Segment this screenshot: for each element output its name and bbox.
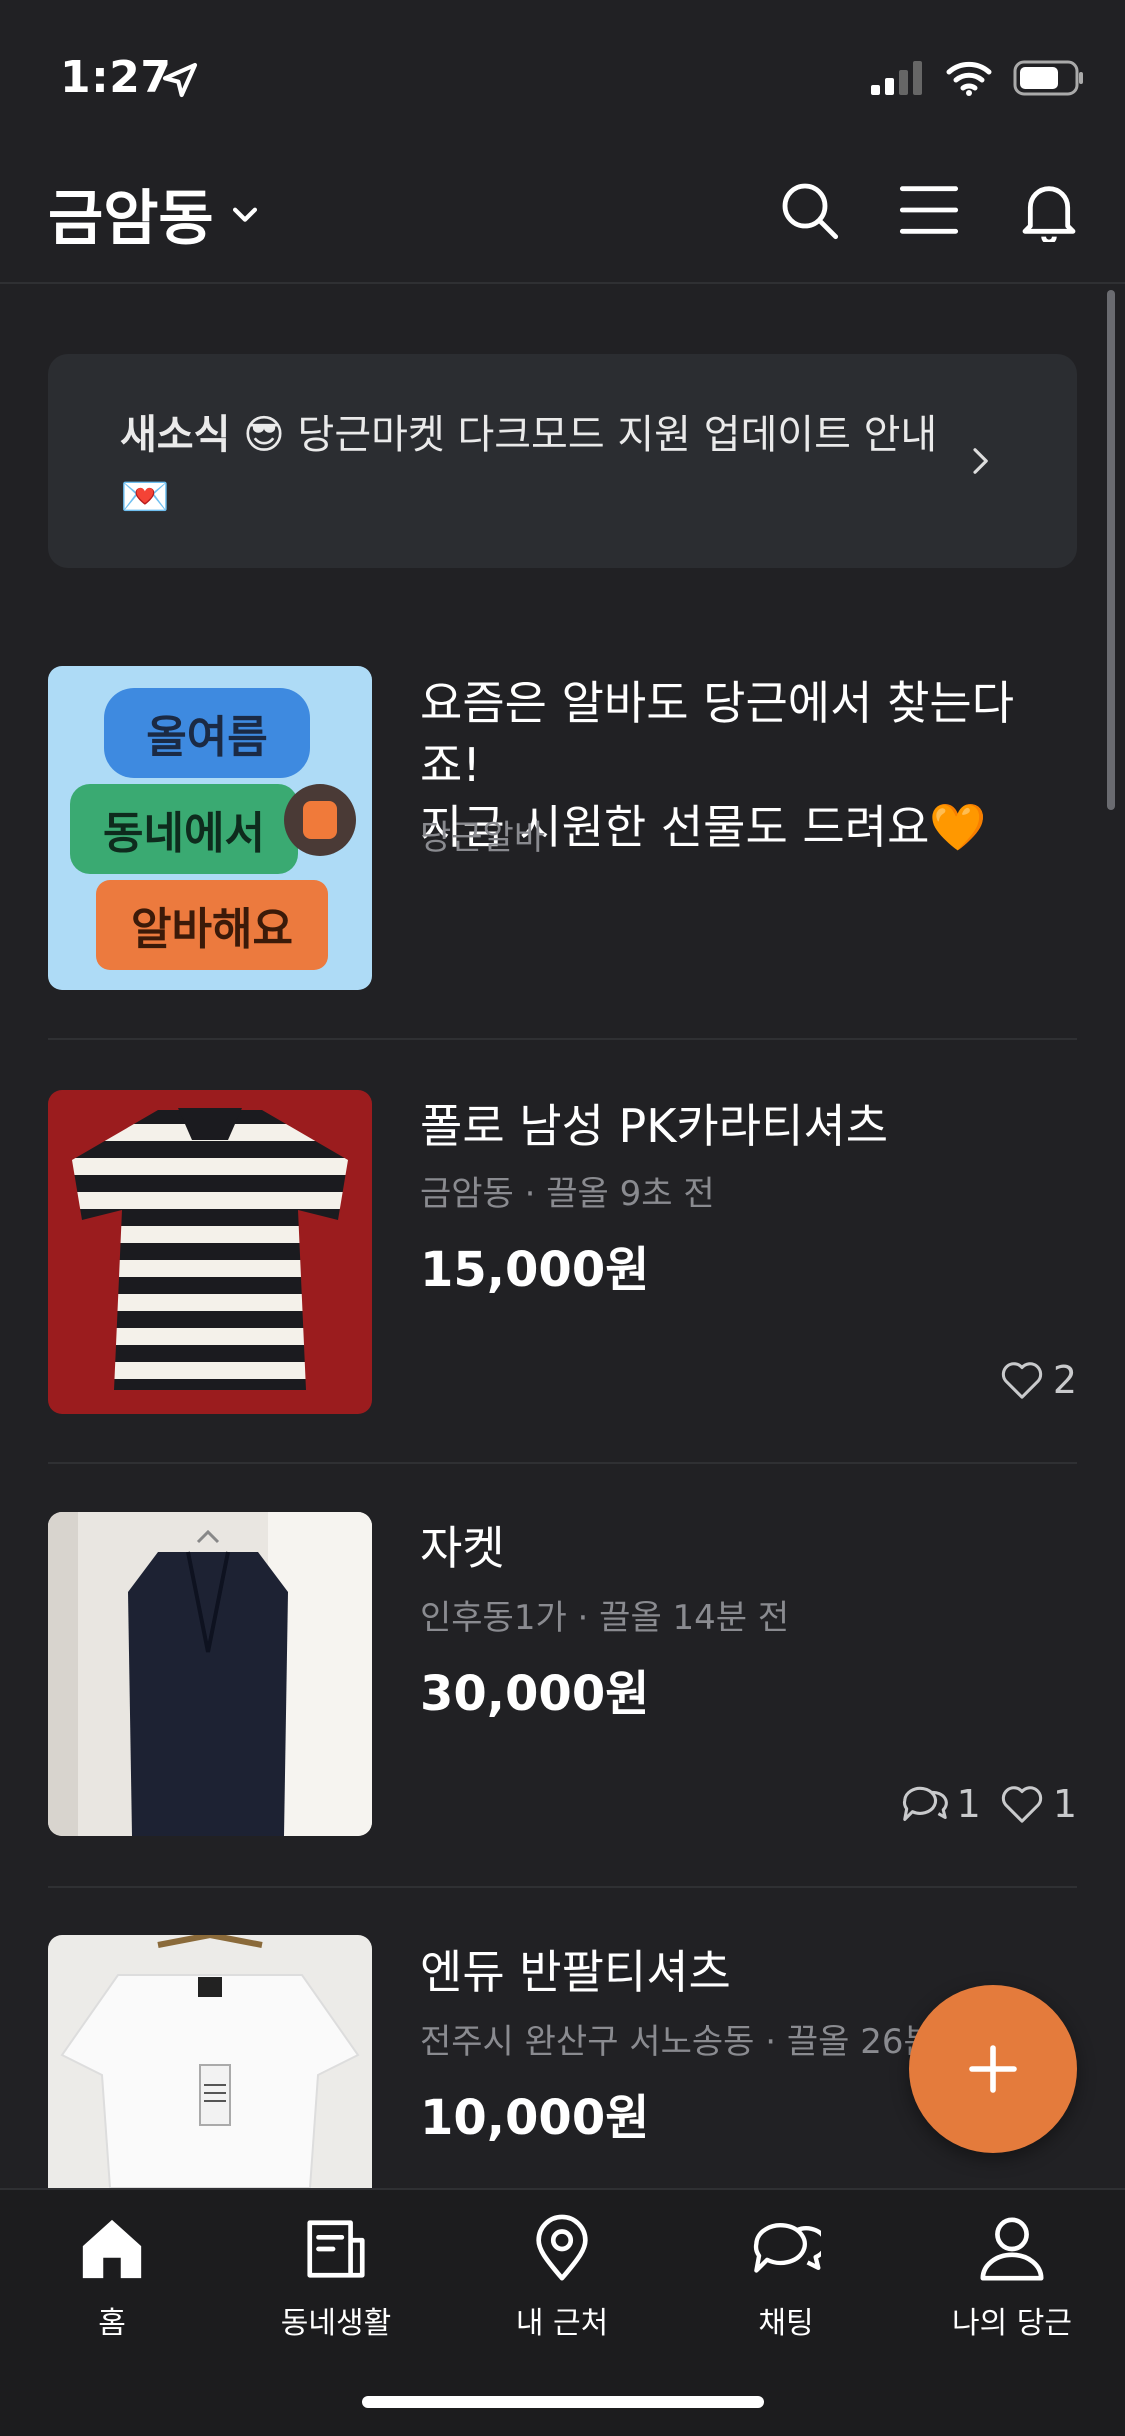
listing-stats: 2	[999, 1358, 1077, 1402]
ad-pill-3: 알바해요	[96, 880, 328, 970]
heart-icon	[1001, 1786, 1042, 1823]
notice-message: 당근마켓 다크모드 지원 업데이트 안내	[297, 412, 938, 458]
location-arrow-icon	[162, 62, 198, 98]
write-post-button[interactable]	[909, 1985, 1077, 2153]
tab-label: 내 근처	[515, 2306, 609, 2341]
search-icon[interactable]	[777, 178, 841, 242]
listing-stats: 1 1	[899, 1782, 1077, 1826]
notice-tag: 새소식	[120, 412, 231, 458]
likes-value: 2	[1052, 1358, 1077, 1402]
listing-title[interactable]: 폴로 남성 PK카라티셔츠	[420, 1090, 888, 1156]
sunglasses-emoji: 😎	[243, 412, 285, 458]
location-selector[interactable]: 금암동	[48, 170, 262, 257]
heart-icon	[1001, 1362, 1042, 1399]
white-tshirt-image	[60, 1935, 360, 2188]
listing-title[interactable]: 자켓	[420, 1512, 505, 1578]
person-icon	[980, 2217, 1044, 2281]
notification-bell-icon[interactable]	[1017, 178, 1081, 242]
chat-icon	[753, 2223, 821, 2273]
orange-heart-emoji: 🧡	[929, 800, 987, 854]
cellular-signal-icon	[871, 61, 922, 95]
tab-home[interactable]: 홈	[12, 2214, 212, 2342]
navy-jacket-image	[48, 1512, 372, 1836]
comments-count: 1	[899, 1782, 981, 1826]
likes-count: 2	[999, 1358, 1077, 1402]
notice-text: 새소식 😎 당근마켓 다크모드 지원 업데이트 안내 💌	[120, 404, 960, 528]
likes-value: 1	[1052, 1782, 1077, 1826]
notice-banner[interactable]: 새소식 😎 당근마켓 다크모드 지원 업데이트 안내 💌	[48, 354, 1077, 568]
row-divider	[48, 1038, 1077, 1040]
envelope-heart-emoji: 💌	[120, 474, 170, 520]
location-label: 금암동	[48, 184, 214, 254]
tab-label: 채팅	[758, 2306, 814, 2341]
listing-price: 30,000원	[420, 1666, 650, 1722]
tab-label: 나의 당근	[952, 2306, 1072, 2341]
ad-source: 당근알바	[420, 818, 546, 858]
chat-bubble-icon	[902, 1786, 948, 1821]
home-icon	[82, 2219, 142, 2279]
tab-community[interactable]: 동네생활	[236, 2214, 436, 2342]
header-actions	[777, 178, 1081, 242]
chevron-right-icon	[973, 448, 988, 474]
tab-my-page[interactable]: 나의 당근	[912, 2214, 1112, 2342]
striped-polo-image	[72, 1108, 348, 1390]
menu-icon[interactable]	[897, 178, 961, 242]
home-indicator	[362, 2396, 764, 2408]
listing-thumbnail[interactable]	[48, 1090, 372, 1414]
comments-value: 1	[956, 1782, 981, 1826]
ad-thumbnail[interactable]: 올여름 동네에서 알바해요	[48, 666, 372, 990]
wifi-icon	[946, 61, 992, 96]
status-time: 1:27	[60, 52, 172, 103]
status-indicators	[871, 60, 1085, 96]
listing-price: 15,000원	[420, 1242, 650, 1298]
news-icon	[307, 2220, 365, 2278]
header-divider	[0, 282, 1125, 284]
location-pin-icon	[536, 2214, 588, 2281]
chevron-down-icon	[232, 207, 257, 222]
listing-meta: 금암동 · 끌올 9초 전	[420, 1174, 715, 1214]
listing-price: 10,000원	[420, 2090, 650, 2146]
listing-meta: 인후동1가 · 끌올 14분 전	[420, 1598, 790, 1638]
tab-label: 홈	[98, 2306, 126, 2341]
listing-title[interactable]: 엔듀 반팔티셔츠	[420, 1936, 731, 2002]
likes-count: 1	[999, 1782, 1077, 1826]
ad-title-line1: 요즘은 알바도 당근에서 찾는다죠!	[420, 676, 1015, 792]
listing-thumbnail[interactable]	[48, 1512, 372, 1836]
tab-label: 동네생활	[280, 2306, 392, 2341]
tab-chat[interactable]: 채팅	[686, 2214, 886, 2342]
row-divider	[48, 1886, 1077, 1888]
row-divider	[48, 1462, 1077, 1464]
scrollbar[interactable]	[1107, 290, 1115, 810]
ad-pill-2: 동네에서	[70, 784, 298, 874]
ad-badge-icon	[284, 784, 356, 856]
ad-pill-1: 올여름	[104, 688, 310, 778]
listing-meta: 전주시 완산구 서노송동 · 끌올 26분	[420, 2022, 935, 2062]
battery-icon	[1013, 60, 1083, 96]
tab-nearby[interactable]: 내 근처	[462, 2214, 662, 2342]
plus-icon	[969, 2045, 1017, 2093]
listing-thumbnail[interactable]	[48, 1935, 372, 2188]
